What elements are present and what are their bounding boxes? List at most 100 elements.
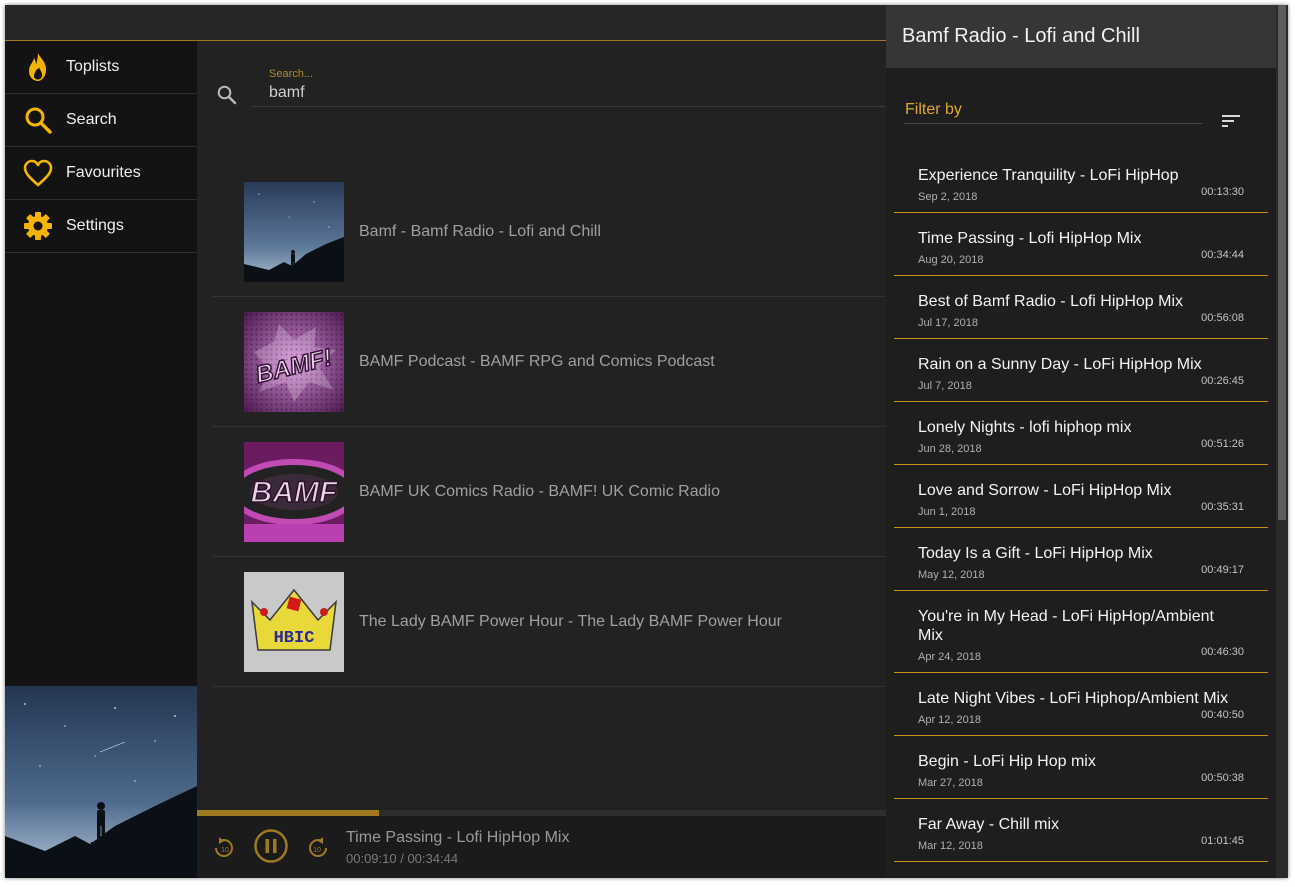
search-bar: Search... [215,57,887,107]
episode-date: Jul 17, 2018 [918,317,978,329]
episode-item[interactable]: Experience Tranquility - LoFi HipHop Sep… [894,150,1268,213]
episode-duration: 00:35:31 [1201,501,1244,513]
result-row[interactable]: BAMF! BAMF Podcast - BAMF RPG and Comics… [212,297,886,427]
episode-duration: 00:50:38 [1201,772,1244,784]
episode-item[interactable]: Time Passing - Lofi HipHop Mix Aug 20, 2… [894,213,1268,276]
episode-title: Today Is a Gift - LoFi HipHop Mix [918,545,1153,562]
podcast-logo-text: HBIC [274,629,315,648]
episode-date: Apr 24, 2018 [918,651,981,663]
sort-icon[interactable] [1219,109,1243,133]
episode-duration: 00:13:30 [1201,186,1244,198]
episode-panel: Bamf Radio - Lofi and Chill Filter by Ex… [886,5,1288,878]
filter-input[interactable]: Filter by [904,98,1202,124]
episode-date: Mar 27, 2018 [918,777,983,789]
result-thumbnail [244,181,344,282]
forward-10-button[interactable]: 10 [305,835,331,861]
app-window: Toplists Search Favourites Settings Sear… [5,5,1288,878]
pause-button[interactable] [253,828,289,864]
playback-progress[interactable] [197,810,886,816]
episode-title: Lonely Nights - lofi hiphop mix [918,419,1132,436]
episode-duration: 00:49:17 [1201,564,1244,576]
episode-date: May 12, 2018 [918,569,985,581]
episode-duration: 00:46:30 [1201,646,1244,658]
heart-icon [23,158,53,188]
flame-icon [23,52,53,82]
episode-duration: 00:40:50 [1201,709,1244,721]
episode-date: Sep 2, 2018 [918,191,978,203]
episode-title: Time Passing - Lofi HipHop Mix [918,230,1142,247]
episode-item[interactable]: Rain on a Sunny Day - LoFi HipHop Mix Ju… [894,339,1268,402]
forward-seconds: 10 [313,847,321,854]
playback-progress-fill [197,810,379,816]
episode-date: Aug 20, 2018 [918,254,984,266]
result-title: BAMF UK Comics Radio - BAMF! UK Comic Ra… [359,482,720,500]
sidebar-item-label: Settings [66,217,124,234]
episode-title: Best of Bamf Radio - Lofi HipHop Mix [918,293,1183,310]
result-row[interactable]: BAMF BAMF UK Comics Radio - BAMF! UK Com… [212,427,886,557]
sidebar-item-search[interactable]: Search [5,94,197,147]
episode-item[interactable]: You're in My Head - LoFi HipHop/Ambient … [894,591,1268,673]
episode-date: Mar 12, 2018 [918,840,983,852]
episode-item[interactable]: Late Night Vibes - LoFi Hiphop/Ambient M… [894,673,1268,736]
sidebar-item-settings[interactable]: Settings [5,200,197,253]
filter-label: Filter by [905,101,962,118]
podcast-cover-art [5,686,197,878]
player-bar: 10 10 Time Passing - Lofi HipHop Mix 00:… [197,810,886,878]
result-title: Bamf - Bamf Radio - Lofi and Chill [359,222,601,240]
episode-item[interactable]: Best of Bamf Radio - Lofi HipHop Mix Jul… [894,276,1268,339]
episode-date: Jun 1, 2018 [918,506,976,518]
rewind-seconds: 10 [221,847,229,854]
episode-date: Jul 7, 2018 [918,380,972,392]
search-field: Search... [251,57,887,107]
episode-duration: 00:26:45 [1201,375,1244,387]
episode-duration: 00:51:26 [1201,438,1244,450]
episode-item[interactable]: Lonely Nights - lofi hiphop mix Jun 28, … [894,402,1268,465]
result-row[interactable]: HBIC The Lady BAMF Power Hour - The Lady… [212,557,886,687]
playback-time: 00:09:10 / 00:34:44 [346,851,459,866]
sidebar-item-label: Favourites [66,164,141,181]
podcast-title: Bamf Radio - Lofi and Chill [902,25,1140,47]
podcast-logo-text: BAMF [251,476,338,509]
episode-title: Rain on a Sunny Day - LoFi HipHop Mix [918,356,1202,373]
sidebar: Toplists Search Favourites Settings [5,41,197,878]
search-results: Bamf - Bamf Radio - Lofi and Chill BAMF!… [212,167,886,687]
sidebar-item-label: Toplists [66,58,120,75]
episode-duration: 00:34:44 [1201,249,1244,261]
episode-title: Begin - LoFi Hip Hop mix [918,753,1096,770]
scrollbar-thumb[interactable] [1278,5,1286,520]
episode-item[interactable]: Love and Sorrow - LoFi HipHop Mix Jun 1,… [894,465,1268,528]
sidebar-item-favourites[interactable]: Favourites [5,147,197,200]
now-playing-title: Time Passing - Lofi HipHop Mix [346,829,570,846]
result-title: BAMF Podcast - BAMF RPG and Comics Podca… [359,352,715,370]
episode-title: Far Away - Chill mix [918,816,1060,833]
episode-item[interactable]: Begin - LoFi Hip Hop mix Mar 27, 2018 00… [894,736,1268,799]
search-icon [23,105,53,135]
result-thumbnail: BAMF! [244,311,344,412]
episode-title: You're in My Head - LoFi HipHop/Ambient … [918,608,1214,644]
episode-item[interactable]: Far Away - Chill mix Mar 12, 2018 01:01:… [894,799,1268,862]
episode-date: Apr 12, 2018 [918,714,981,726]
panel-header: Bamf Radio - Lofi and Chill [886,5,1276,68]
episode-title: Experience Tranquility - LoFi HipHop [918,167,1179,184]
result-thumbnail: HBIC [244,571,344,672]
episode-title: Late Night Vibes - LoFi Hiphop/Ambient M… [918,690,1229,707]
episode-duration: 00:56:08 [1201,312,1244,324]
episode-title: Love and Sorrow - LoFi HipHop Mix [918,482,1172,499]
sidebar-item-label: Search [66,111,117,128]
sidebar-item-toplists[interactable]: Toplists [5,41,197,94]
episode-duration: 01:01:45 [1201,835,1244,847]
episode-date: Jun 28, 2018 [918,443,982,455]
search-label: Search... [269,68,314,80]
episode-list: Experience Tranquility - LoFi HipHop Sep… [894,150,1268,862]
result-title: The Lady BAMF Power Hour - The Lady BAMF… [359,612,782,630]
result-row[interactable]: Bamf - Bamf Radio - Lofi and Chill [212,167,886,297]
search-input[interactable] [251,82,851,104]
episode-item[interactable]: Today Is a Gift - LoFi HipHop Mix May 12… [894,528,1268,591]
search-icon [215,83,239,107]
main-content: Search... bamf Bamf - Bamf Radio - Lofi … [197,41,887,878]
gear-icon [23,211,53,241]
panel-scrollbar[interactable] [1276,5,1288,878]
result-thumbnail: BAMF [244,441,344,542]
rewind-10-button[interactable]: 10 [211,835,237,861]
top-bar [5,5,886,41]
